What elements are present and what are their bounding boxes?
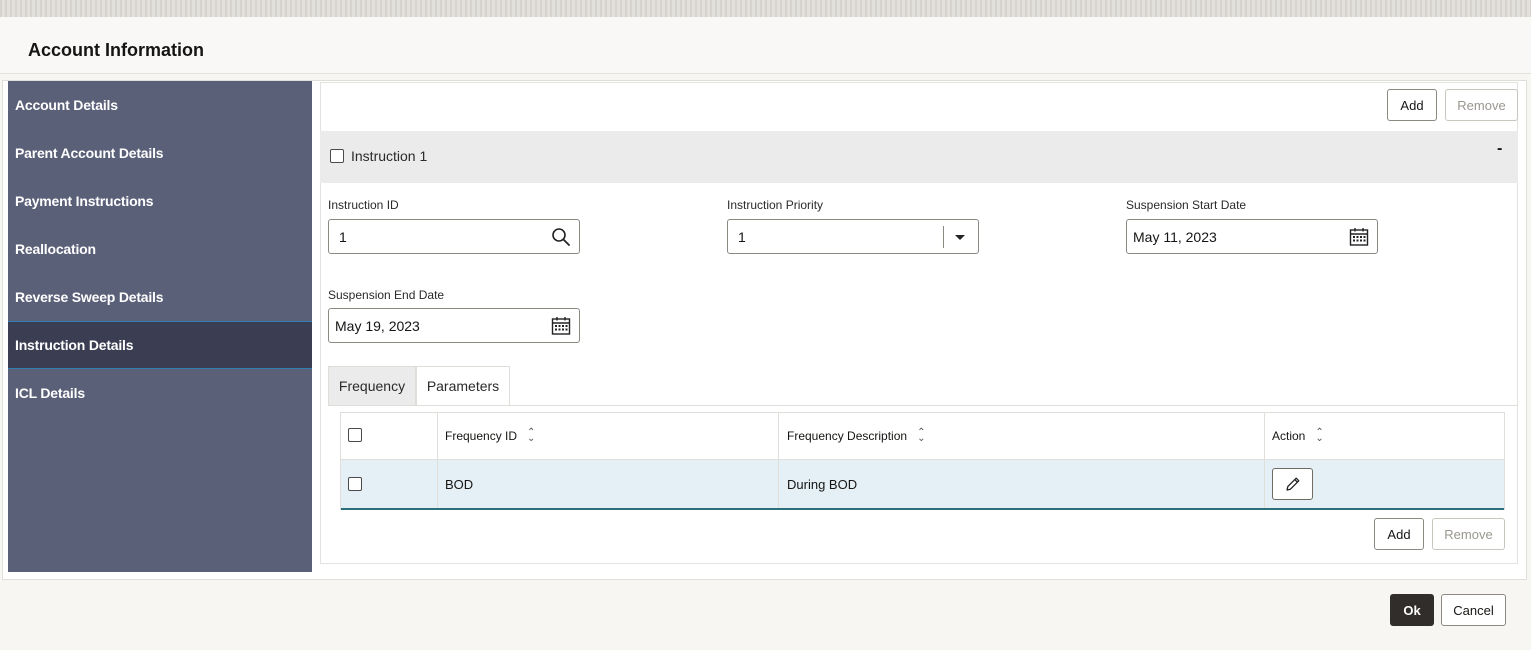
- suspension-start-date-input[interactable]: May 11, 2023: [1126, 219, 1378, 254]
- instruction-id-value: 1: [339, 228, 347, 245]
- ok-button[interactable]: Ok: [1390, 594, 1434, 626]
- suspension-end-date-input[interactable]: May 19, 2023: [328, 308, 580, 343]
- instruction-id-label: Instruction ID: [328, 198, 399, 212]
- calendar-icon[interactable]: [551, 316, 571, 336]
- column-header-label: Frequency Description: [787, 429, 908, 443]
- instruction-priority-label: Instruction Priority: [727, 198, 824, 212]
- instruction-header: [320, 131, 1518, 183]
- tab-divider: [328, 405, 1518, 406]
- column-divider: [437, 460, 438, 508]
- instruction-label: Instruction 1: [351, 148, 428, 164]
- sort-icon[interactable]: ⌃ ⌄: [917, 428, 925, 444]
- sidebar-item-reverse-sweep-details[interactable]: Reverse Sweep Details: [8, 273, 312, 321]
- instruction-id-input[interactable]: 1: [328, 219, 580, 254]
- suspension-start-date-label: Suspension Start Date: [1126, 198, 1247, 212]
- sort-icon[interactable]: ⌃ ⌄: [1315, 428, 1323, 444]
- collapse-toggle[interactable]: -: [1497, 140, 1502, 158]
- sidebar-item-parent-account-details[interactable]: Parent Account Details: [8, 129, 312, 177]
- sidebar-item-instruction-details[interactable]: Instruction Details: [8, 321, 312, 369]
- dialog-titlebar: Account Information: [0, 17, 1531, 74]
- row-selection-line: [341, 508, 1504, 510]
- sidebar-item-account-details[interactable]: Account Details: [8, 81, 312, 129]
- search-icon[interactable]: [551, 227, 571, 247]
- table-row[interactable]: [341, 460, 1504, 508]
- row-checkbox[interactable]: [348, 477, 362, 491]
- chevron-down-icon[interactable]: [950, 227, 970, 247]
- column-header-action[interactable]: Action ⌃ ⌄: [1272, 413, 1324, 459]
- column-divider: [1264, 460, 1265, 508]
- sidebar-item-reallocation[interactable]: Reallocation: [8, 225, 312, 273]
- suspension-end-date-value: May 19, 2023: [335, 317, 420, 334]
- select-divider: [943, 226, 944, 248]
- suspension-end-date-label: Suspension End Date: [328, 288, 445, 302]
- cell-frequency-description: During BOD: [787, 476, 858, 492]
- column-divider: [778, 460, 779, 508]
- background-strip: [0, 0, 1531, 17]
- dialog-title: Account Information: [28, 40, 204, 60]
- add-frequency-button[interactable]: Add: [1374, 518, 1424, 550]
- select-all-checkbox[interactable]: [348, 428, 362, 442]
- remove-frequency-button[interactable]: Remove: [1432, 518, 1505, 550]
- instruction-checkbox[interactable]: [330, 149, 344, 163]
- cancel-button[interactable]: Cancel: [1441, 594, 1506, 626]
- edit-row-button[interactable]: [1272, 468, 1313, 500]
- tab-frequency[interactable]: Frequency: [328, 366, 416, 405]
- instruction-priority-select[interactable]: 1: [727, 219, 979, 254]
- column-header-label: Action: [1272, 429, 1306, 443]
- column-header-label: Frequency ID: [445, 429, 518, 443]
- remove-instruction-button[interactable]: Remove: [1445, 89, 1518, 121]
- calendar-icon[interactable]: [1349, 227, 1369, 247]
- tab-parameters[interactable]: Parameters: [416, 366, 510, 405]
- add-instruction-button[interactable]: Add: [1387, 89, 1437, 121]
- column-header-frequency-description[interactable]: Frequency Description ⌃ ⌄: [787, 413, 925, 459]
- column-header-frequency-id[interactable]: Frequency ID ⌃ ⌄: [445, 413, 535, 459]
- cell-frequency-id: BOD: [445, 476, 474, 492]
- sidebar: Account Details Parent Account Details P…: [8, 81, 312, 572]
- suspension-start-date-value: May 11, 2023: [1133, 228, 1217, 245]
- sidebar-item-icl-details[interactable]: ICL Details: [8, 369, 312, 417]
- instruction-priority-value: 1: [738, 228, 746, 245]
- sort-icon[interactable]: ⌃ ⌄: [527, 428, 535, 444]
- pencil-icon: [1285, 477, 1299, 491]
- sidebar-item-payment-instructions[interactable]: Payment Instructions: [8, 177, 312, 225]
